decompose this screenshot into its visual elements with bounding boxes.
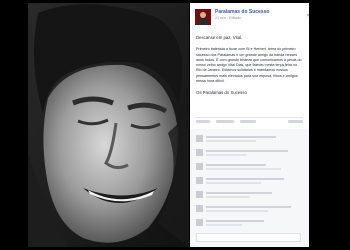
comment-text-line bbox=[206, 220, 264, 222]
comment-item bbox=[196, 163, 301, 172]
comment-item bbox=[196, 219, 301, 228]
comment-item bbox=[196, 135, 301, 144]
comment-avatar[interactable] bbox=[196, 163, 203, 170]
comment-text-line bbox=[206, 168, 281, 170]
comment-text-line bbox=[206, 182, 261, 184]
comment-text-line bbox=[206, 150, 288, 152]
black-and-white-portrait-image bbox=[28, 3, 189, 247]
close-icon[interactable]: ✕ bbox=[306, 14, 309, 19]
divider bbox=[196, 117, 303, 118]
comment-text-line bbox=[206, 178, 284, 180]
comment-item bbox=[196, 177, 301, 186]
avatar-image bbox=[195, 9, 211, 25]
post-header: Paralamas do Sucesso 21 min · Editado · … bbox=[195, 9, 309, 31]
comment-avatar[interactable] bbox=[196, 219, 203, 226]
comment-text-line bbox=[206, 206, 291, 208]
comment-action[interactable] bbox=[216, 120, 234, 123]
post-paragraph: Os Paralamas do Sucesso bbox=[196, 90, 247, 96]
photo[interactable] bbox=[28, 3, 189, 247]
comment-avatar[interactable] bbox=[196, 149, 203, 156]
post-paragraph: Descanse em paz, Vital. bbox=[196, 35, 243, 40]
page-name-link[interactable]: Paralamas do Sucesso bbox=[215, 9, 269, 15]
post-actions-row bbox=[196, 120, 303, 125]
comment-avatar[interactable] bbox=[196, 135, 203, 142]
comment-text-line bbox=[206, 136, 276, 138]
comment-item bbox=[196, 205, 301, 214]
like-action[interactable] bbox=[196, 120, 210, 123]
viewer-backdrop bbox=[312, 3, 350, 247]
comment-item bbox=[196, 149, 301, 158]
comment-text-line bbox=[206, 164, 266, 166]
post-paragraph: Primeiro baterista a tocar com Bi e Herb… bbox=[196, 47, 302, 83]
comment-avatar[interactable] bbox=[196, 205, 203, 212]
comment-text-line bbox=[206, 192, 272, 194]
comment-text-line bbox=[206, 196, 250, 198]
comments-section bbox=[190, 129, 309, 247]
comment-item bbox=[196, 191, 301, 200]
reactions-summary[interactable] bbox=[288, 120, 303, 123]
photo-viewer: Paralamas do Sucesso 21 min · Editado · … bbox=[0, 0, 350, 250]
post-meta: 21 min · Editado · bbox=[215, 16, 244, 20]
share-action[interactable] bbox=[240, 120, 256, 123]
comment-text-line bbox=[206, 140, 256, 142]
post-text: Descanse em paz, Vital. Primeiro bateris… bbox=[196, 35, 302, 102]
page-avatar[interactable] bbox=[195, 9, 211, 25]
comment-avatar[interactable] bbox=[196, 177, 203, 184]
comment-text-line bbox=[206, 224, 242, 226]
comment-text-line bbox=[206, 154, 246, 156]
comment-input[interactable] bbox=[196, 233, 301, 242]
comment-avatar[interactable] bbox=[196, 191, 203, 198]
comment-text-line bbox=[206, 210, 268, 212]
post-panel: Paralamas do Sucesso 21 min · Editado · … bbox=[190, 3, 309, 247]
